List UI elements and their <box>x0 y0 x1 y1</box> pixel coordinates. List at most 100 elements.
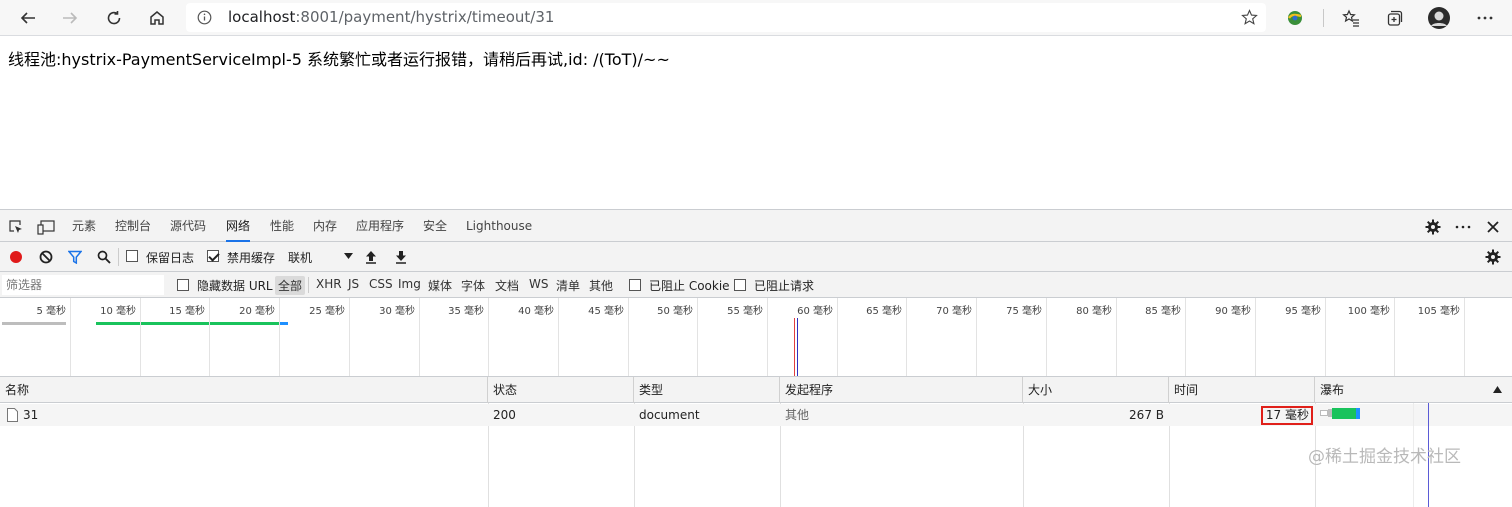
filter-type-manifest[interactable]: 清单 <box>556 277 580 294</box>
profile-button[interactable] <box>1424 4 1454 32</box>
tab-memory[interactable]: 内存 <box>313 210 337 242</box>
clear-icon <box>39 250 53 264</box>
request-type: document <box>639 408 700 422</box>
overview-tick-label: 60 毫秒 <box>797 306 833 317</box>
overview-tick-label: 45 毫秒 <box>588 306 624 317</box>
devtools-close-button[interactable] <box>1485 219 1501 235</box>
favorite-star-icon[interactable] <box>1241 9 1258 26</box>
collections-button[interactable] <box>1380 4 1410 32</box>
refresh-icon <box>107 11 121 25</box>
import-har-button[interactable] <box>364 249 378 265</box>
disable-cache-checkbox[interactable] <box>207 250 219 262</box>
filter-type-css[interactable]: CSS <box>369 277 393 291</box>
forward-button[interactable] <box>55 4 85 32</box>
overview-gridline <box>628 298 629 376</box>
back-button[interactable] <box>13 4 43 32</box>
table-row[interactable]: 31 200 document 其他 267 B 17 毫秒 <box>0 404 1512 426</box>
filter-type-xhr[interactable]: XHR <box>316 277 342 291</box>
sort-ascending-icon[interactable] <box>1493 386 1502 393</box>
filter-type-ws[interactable]: WS <box>529 277 548 291</box>
overview-gridline <box>1185 298 1186 376</box>
filter-type-img[interactable]: Img <box>398 277 421 291</box>
overview-gridline <box>1046 298 1047 376</box>
chevron-down-icon[interactable] <box>344 253 353 260</box>
blocked-cookies-checkbox[interactable] <box>629 279 641 291</box>
upload-icon <box>366 251 376 264</box>
devtools-tab-bar: 元素 控制台 源代码 网络 性能 内存 应用程序 安全 Lighthouse <box>0 209 1512 242</box>
table-header: 名称 状态 类型 发起程序 大小 时间 瀑布 <box>0 377 1512 403</box>
url-path: :8001/payment/hystrix/timeout/31 <box>295 8 555 26</box>
record-icon <box>10 251 22 263</box>
overview-gridline <box>697 298 698 376</box>
filter-toggle-button[interactable] <box>68 250 82 264</box>
browser-toolbar: localhost:8001/payment/hystrix/timeout/3… <box>0 0 1512 36</box>
filter-type-media[interactable]: 媒体 <box>428 277 452 294</box>
overview-gridline <box>1394 298 1395 376</box>
tab-lighthouse[interactable]: Lighthouse <box>466 210 532 242</box>
request-size: 267 B <box>1129 408 1164 422</box>
network-toolbar: 保留日志 禁用缓存 联机 <box>0 242 1512 272</box>
address-bar[interactable]: localhost:8001/payment/hystrix/timeout/3… <box>186 3 1266 32</box>
hide-data-urls-checkbox[interactable] <box>177 279 189 291</box>
device-emulation-button[interactable] <box>37 219 55 235</box>
clear-button[interactable] <box>39 250 53 264</box>
more-button[interactable] <box>1470 4 1500 32</box>
tab-console[interactable]: 控制台 <box>115 210 151 242</box>
tab-sources[interactable]: 源代码 <box>170 210 206 242</box>
column-header-status[interactable]: 状态 <box>488 377 634 403</box>
favorites-icon <box>1342 9 1359 27</box>
network-overview-timeline[interactable]: 5 毫秒 10 毫秒 15 毫秒 20 毫秒 25 毫秒 30 毫秒 35 毫秒 40 毫秒 4… <box>0 298 1512 377</box>
overview-bar-waiting <box>96 322 280 325</box>
column-header-time[interactable]: 时间 <box>1169 377 1315 403</box>
export-har-button[interactable] <box>394 249 408 265</box>
filter-bar: 筛选器 隐藏数据 URL 全部 XHR JS CSS Img 媒体 字体 文档 … <box>0 272 1512 298</box>
request-name[interactable]: 31 <box>23 404 38 426</box>
request-initiator: 其他 <box>785 408 810 422</box>
hide-data-urls-label: 隐藏数据 URL <box>197 279 273 293</box>
devtools-more-button[interactable] <box>1455 219 1471 235</box>
overview-gridline <box>209 298 210 376</box>
column-header-name[interactable]: 名称 <box>0 377 488 403</box>
overview-tick-label: 30 毫秒 <box>379 306 415 317</box>
overview-domcontentloaded-marker <box>797 318 798 376</box>
tab-elements[interactable]: 元素 <box>72 210 96 242</box>
info-icon[interactable] <box>197 10 212 25</box>
extension-button[interactable] <box>1280 4 1310 32</box>
record-button[interactable] <box>9 250 23 264</box>
avatar <box>1428 7 1450 29</box>
search-button[interactable] <box>97 250 111 264</box>
filter-input[interactable]: 筛选器 <box>2 275 164 295</box>
document-file-icon <box>7 408 18 422</box>
home-button[interactable] <box>142 4 172 32</box>
inspect-element-button[interactable] <box>8 219 24 235</box>
watermark: @稀土掘金技术社区 <box>1308 447 1461 467</box>
tab-network[interactable]: 网络 <box>226 210 251 242</box>
overview-tick-label: 20 毫秒 <box>239 306 275 317</box>
filter-type-all[interactable]: 全部 <box>275 276 306 295</box>
extension-icon <box>1288 11 1302 25</box>
devtools-settings-button[interactable] <box>1425 219 1441 235</box>
overview-tick-label: 75 毫秒 <box>1006 306 1042 317</box>
blocked-requests-label: 已阻止请求 <box>754 279 815 293</box>
blocked-requests-checkbox[interactable] <box>734 279 746 291</box>
tab-application[interactable]: 应用程序 <box>356 210 404 242</box>
throttling-select[interactable]: 联机 <box>288 249 312 266</box>
network-settings-button[interactable] <box>1485 249 1501 265</box>
filter-type-doc[interactable]: 文档 <box>495 277 519 294</box>
refresh-button[interactable] <box>99 4 129 32</box>
overview-gridline <box>70 298 71 376</box>
preserve-log-checkbox[interactable] <box>126 250 138 262</box>
tab-performance[interactable]: 性能 <box>270 210 294 242</box>
column-header-type[interactable]: 类型 <box>634 377 780 403</box>
overview-gridline <box>767 298 768 376</box>
tab-security[interactable]: 安全 <box>423 210 447 242</box>
column-header-initiator[interactable]: 发起程序 <box>780 377 1023 403</box>
column-header-size[interactable]: 大小 <box>1023 377 1169 403</box>
filter-type-other[interactable]: 其他 <box>589 277 613 294</box>
column-header-waterfall[interactable]: 瀑布 <box>1315 377 1512 403</box>
url-text: localhost:8001/payment/hystrix/timeout/3… <box>228 8 554 26</box>
overview-tick-label: 100 毫秒 <box>1347 306 1390 317</box>
filter-type-font[interactable]: 字体 <box>461 277 485 294</box>
favorites-button[interactable] <box>1336 4 1366 32</box>
filter-type-js[interactable]: JS <box>348 277 359 291</box>
